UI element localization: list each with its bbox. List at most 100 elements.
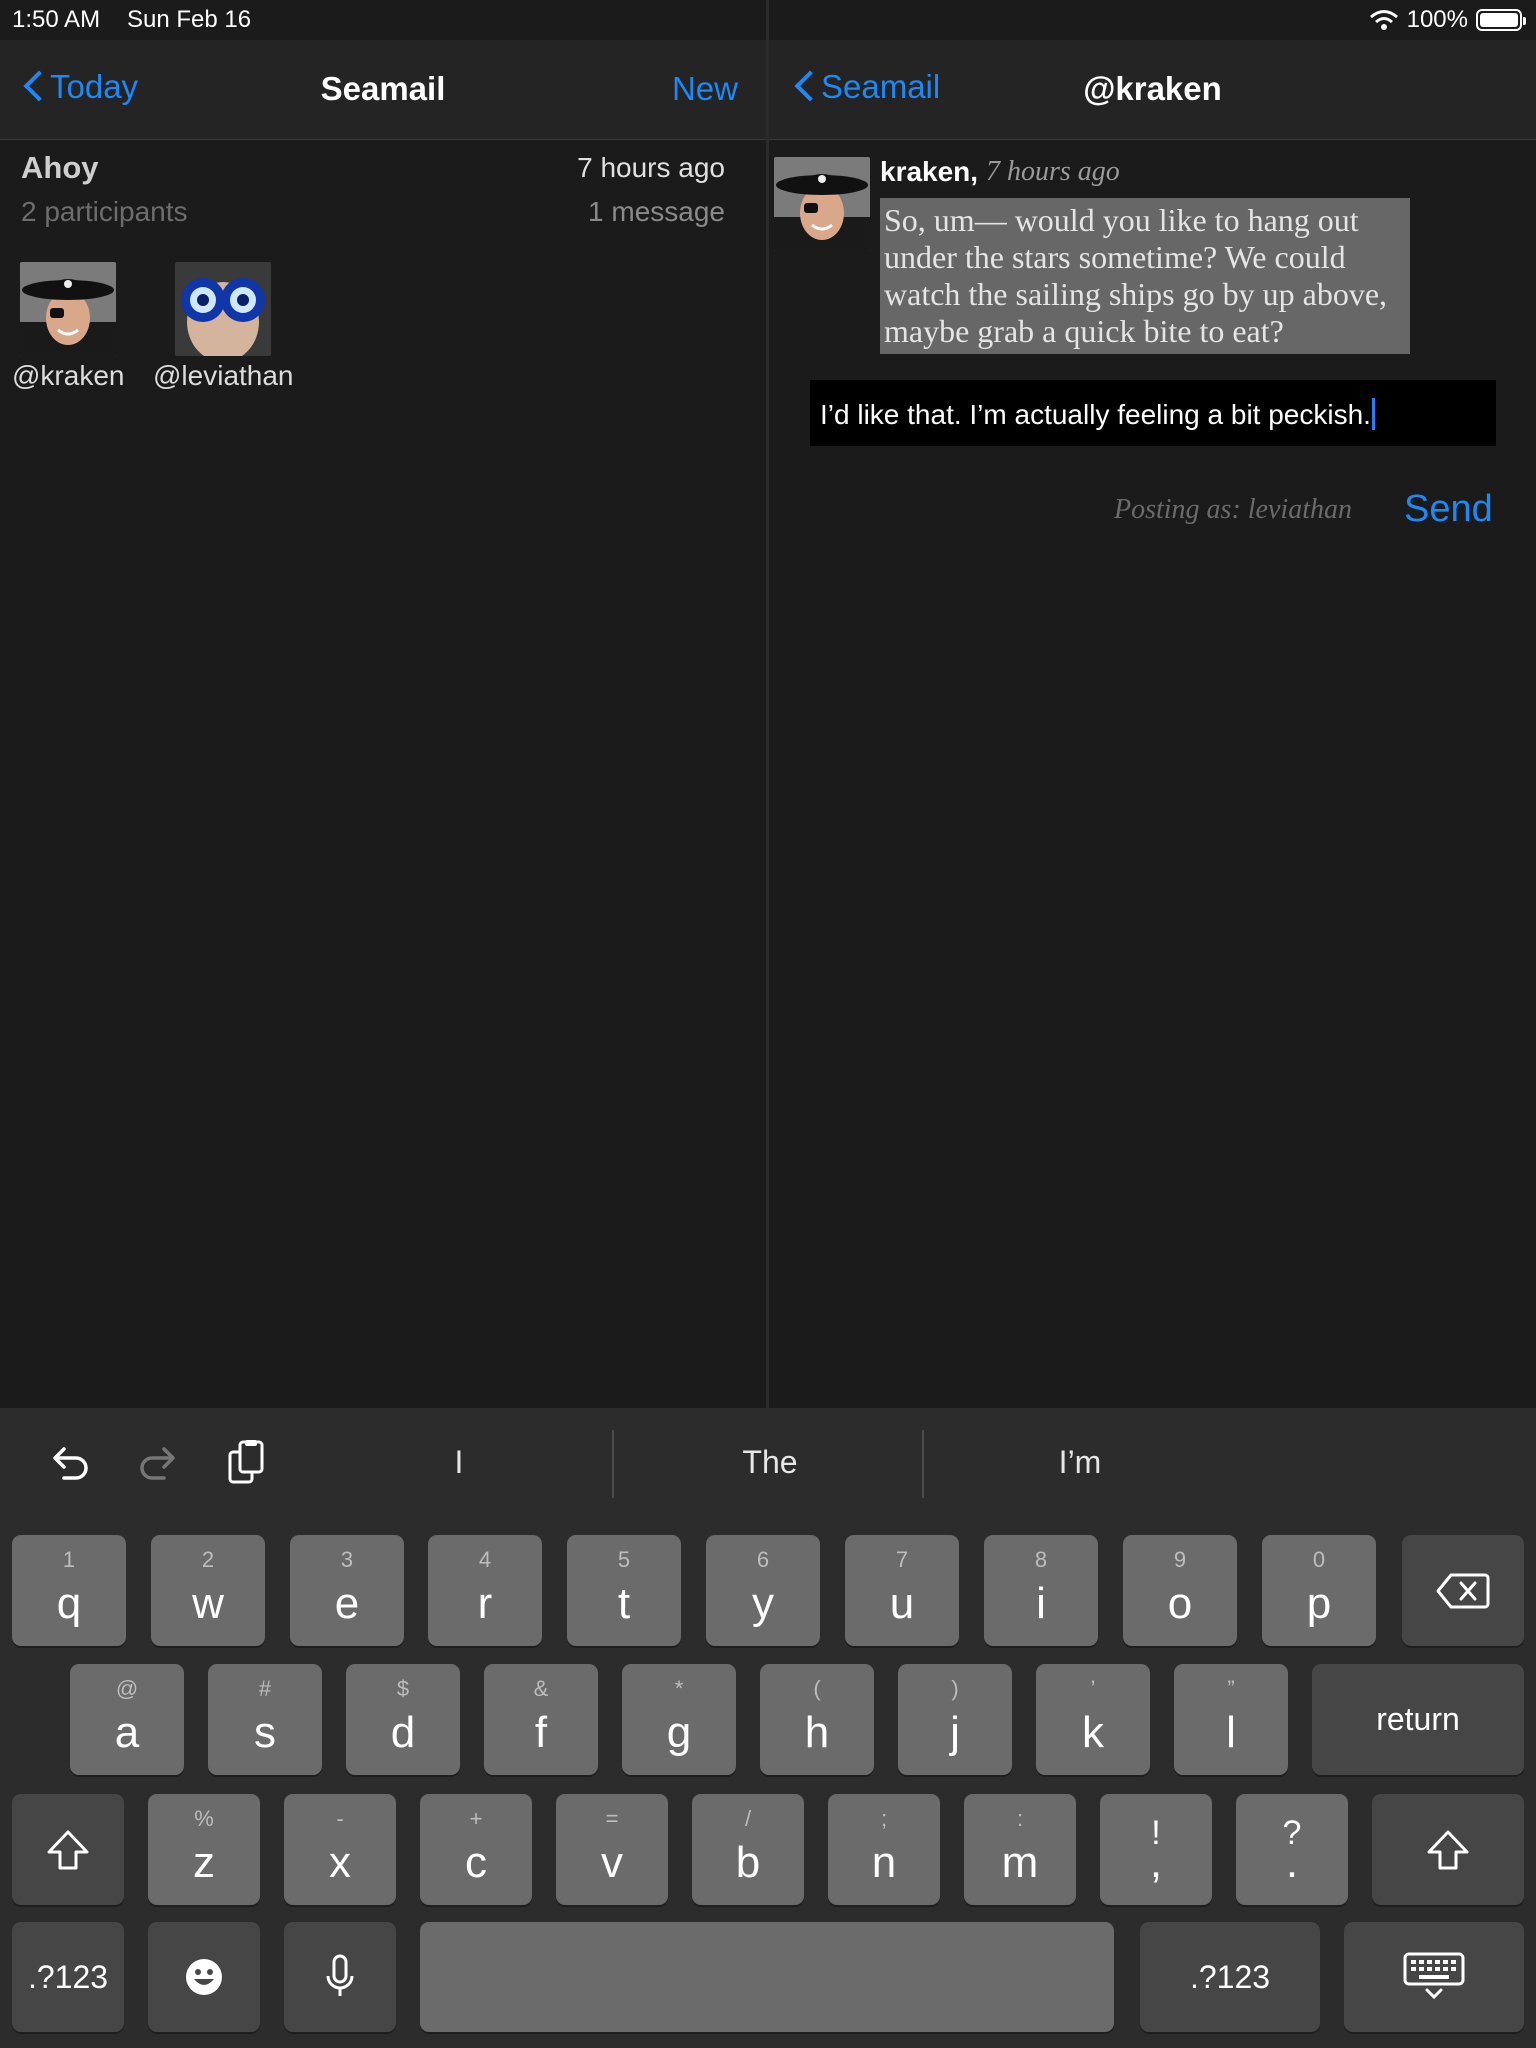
key-g[interactable]: * g — [622, 1664, 736, 1775]
key-main: c — [465, 1838, 487, 1887]
suggestion-2[interactable]: The — [620, 1444, 920, 1481]
key-alt: 1 — [62, 1547, 76, 1572]
shift-icon — [12, 1794, 124, 1905]
key-main: j — [950, 1708, 960, 1757]
key-alt: ( — [813, 1676, 821, 1701]
key-d[interactable]: $ d — [346, 1664, 460, 1775]
key-i[interactable]: 8i — [984, 1535, 1098, 1646]
key-a[interactable]: @ a — [70, 1664, 184, 1775]
left-nav-bar: Seamail Today New — [0, 40, 766, 140]
message-author-avatar[interactable] — [774, 157, 870, 251]
key-n[interactable]: ; n — [828, 1794, 940, 1905]
key-r[interactable]: 4r — [428, 1535, 542, 1646]
key-t[interactable]: 5t — [567, 1535, 681, 1646]
text-cursor — [1371, 398, 1375, 430]
key-alt: / — [744, 1806, 752, 1831]
back-today-label: Today — [50, 68, 139, 105]
pirate-photo-icon — [774, 157, 870, 251]
key-p[interactable]: 0p — [1262, 1535, 1376, 1646]
key-y[interactable]: 6y — [706, 1535, 820, 1646]
microphone-icon — [284, 1922, 396, 2032]
wifi-icon — [1369, 10, 1398, 30]
dictation-key[interactable] — [284, 1922, 396, 2032]
key-main: g — [666, 1708, 692, 1757]
reply-text-field[interactable]: I’d like that. I’m actually feeling a bi… — [810, 380, 1496, 446]
chevron-left-icon — [793, 69, 815, 105]
return-label: return — [1376, 1701, 1460, 1737]
back-today-button[interactable]: Today — [22, 68, 138, 106]
thread-time: 7 hours ago — [577, 152, 725, 183]
key-main: d — [390, 1708, 416, 1757]
paste-icon[interactable] — [222, 1438, 272, 1488]
key-e[interactable]: 3e — [290, 1535, 404, 1646]
status-date: Sun Feb 16 — [127, 6, 252, 33]
key-b[interactable]: / b — [692, 1794, 804, 1905]
numbers-key-left[interactable]: .?123 — [12, 1922, 124, 2032]
key-f[interactable]: & f — [484, 1664, 598, 1775]
key-alt: % — [194, 1806, 214, 1831]
key-main: , — [1149, 1838, 1163, 1887]
key-alt: 5 — [617, 1547, 631, 1572]
pirate-photo-icon — [20, 262, 116, 356]
chevron-left-icon — [22, 69, 44, 105]
space-key[interactable] — [420, 1922, 1114, 2032]
key-z[interactable]: % z — [148, 1794, 260, 1905]
key-main: f — [534, 1708, 548, 1757]
undo-icon[interactable] — [44, 1438, 94, 1488]
eye-charm-photo-icon — [175, 262, 271, 356]
key-l[interactable]: ” l — [1174, 1664, 1288, 1775]
avatar-kraken[interactable] — [20, 262, 116, 356]
key-alt: : — [1016, 1806, 1024, 1831]
key-v[interactable]: = v — [556, 1794, 668, 1905]
numbers-key-right[interactable]: .?123 — [1140, 1922, 1320, 2032]
reply-text: I’d like that. I’m actually feeling a bi… — [820, 399, 1371, 430]
key-q[interactable]: 1q — [12, 1535, 126, 1646]
key-alt: ; — [880, 1806, 888, 1831]
key-w[interactable]: 2w — [151, 1535, 265, 1646]
shift-right-key[interactable] — [1372, 1794, 1524, 1905]
key-k[interactable]: ’ k — [1036, 1664, 1150, 1775]
key-c[interactable]: + c — [420, 1794, 532, 1905]
seamail-list-pane: Seamail Today New Ahoy 2 participants 7 … — [0, 0, 766, 1408]
suggestion-separator — [922, 1430, 924, 1498]
key-alt: = — [605, 1806, 619, 1831]
emoji-key[interactable] — [148, 1922, 260, 2032]
new-seamail-button[interactable]: New — [672, 70, 738, 108]
key-j[interactable]: ) j — [898, 1664, 1012, 1775]
battery-percent: 100% — [1406, 6, 1468, 33]
delete-key[interactable] — [1402, 1535, 1524, 1646]
suggestion-separator — [612, 1430, 614, 1498]
key-o[interactable]: 9o — [1123, 1535, 1237, 1646]
key-alt: ) — [951, 1676, 959, 1701]
key-s[interactable]: # s — [208, 1664, 322, 1775]
key-alt: 6 — [756, 1547, 770, 1572]
key-main: s — [254, 1708, 276, 1757]
key-comma[interactable]: !, — [1100, 1794, 1212, 1905]
suggestion-3[interactable]: I’m — [930, 1444, 1230, 1481]
back-seamail-button[interactable]: Seamail — [793, 68, 940, 106]
message-author[interactable]: kraken, — [880, 156, 978, 188]
emoji-icon — [148, 1922, 260, 2032]
send-button[interactable]: Send — [1404, 488, 1493, 531]
key-main: m — [1001, 1838, 1039, 1887]
message-time: 7 hours ago — [986, 156, 1120, 187]
participant-handle[interactable]: @leviathan — [153, 360, 294, 392]
shift-left-key[interactable] — [12, 1794, 124, 1905]
key-h[interactable]: (h — [760, 1664, 874, 1775]
status-right: 100% — [1369, 6, 1526, 34]
key-u[interactable]: 7u — [845, 1535, 959, 1646]
status-bar: 1:50 AM Sun Feb 16 100% — [0, 0, 1536, 40]
thread-message-count: 1 message — [588, 196, 725, 227]
participant-handle[interactable]: @kraken — [12, 360, 124, 392]
key-m[interactable]: :m — [964, 1794, 1076, 1905]
redo-icon[interactable] — [134, 1438, 184, 1488]
suggestion-1[interactable]: I — [309, 1444, 609, 1481]
key-period[interactable]: ?. — [1236, 1794, 1348, 1905]
avatar-leviathan[interactable] — [175, 262, 271, 356]
return-key[interactable]: return — [1312, 1664, 1524, 1775]
key-alt: ’ — [1090, 1676, 1096, 1701]
key-alt: @ — [115, 1676, 139, 1701]
key-x[interactable]: -x — [284, 1794, 396, 1905]
key-alt: & — [533, 1676, 549, 1701]
dismiss-keyboard-key[interactable] — [1344, 1922, 1524, 2032]
